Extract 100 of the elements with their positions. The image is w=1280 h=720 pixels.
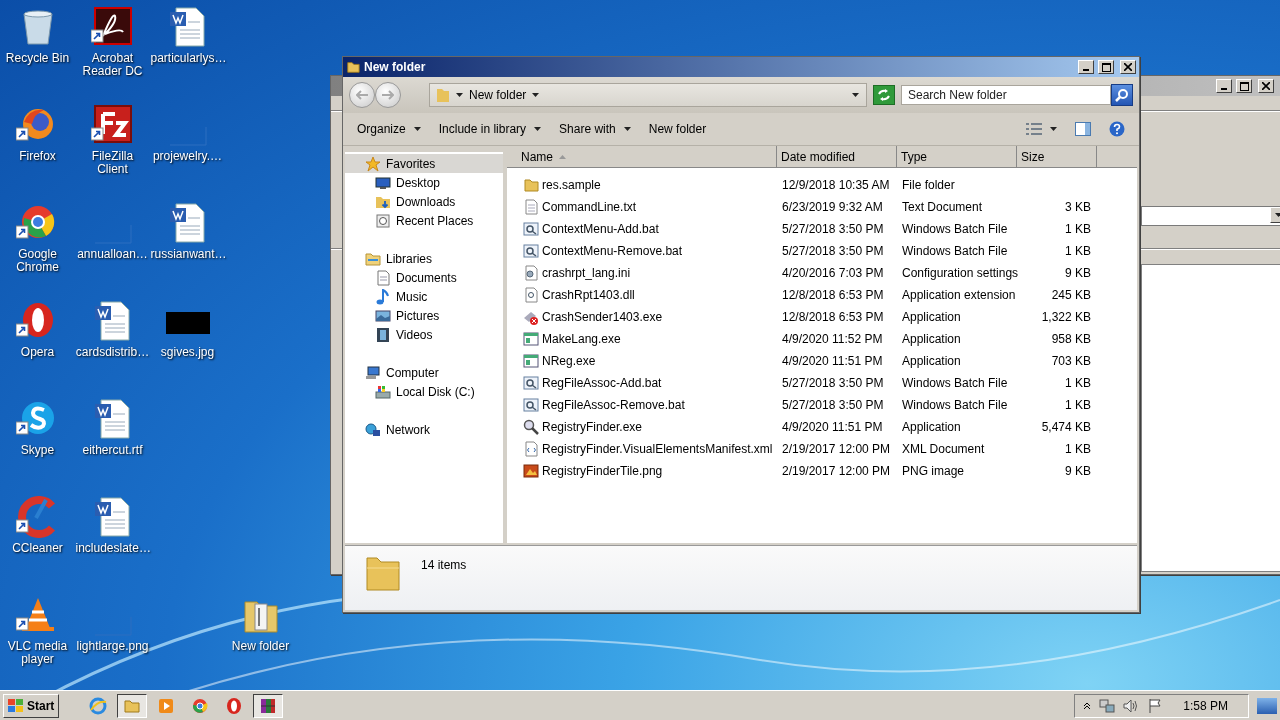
- desktop-icon-label[interactable]: sgives.jpg: [160, 346, 215, 359]
- search-button[interactable]: [1111, 84, 1133, 106]
- app-error-icon: [523, 309, 539, 325]
- clock[interactable]: 1:58 PM: [1183, 698, 1228, 713]
- nav-label: Favorites: [386, 156, 436, 171]
- desktop-icon-label[interactable]: annualloan…: [77, 248, 148, 261]
- details-view-icon: [1026, 123, 1042, 135]
- caret-icon: [534, 127, 542, 131]
- minimize-button[interactable]: [1216, 79, 1232, 93]
- size-cell-text: 1,322 KB: [1040, 310, 1092, 324]
- desktop-icon-label[interactable]: Google Chrome: [0, 248, 75, 274]
- browser-icon: [89, 696, 108, 715]
- file-name[interactable]: MakeLang.exe: [542, 332, 621, 346]
- file-name[interactable]: RegistryFinder.exe: [542, 420, 643, 434]
- file-name[interactable]: CommandLine.txt: [542, 200, 637, 214]
- file-name[interactable]: ContextMenu-Add.bat: [542, 222, 659, 236]
- column-header[interactable]: Type: [897, 146, 1017, 168]
- type-cell-text: File folder: [901, 178, 956, 192]
- desktop-icon-label[interactable]: particularlys…: [150, 52, 225, 65]
- file-name[interactable]: RegFileAssoc-Add.bat: [542, 376, 662, 390]
- nav-item[interactable]: Documents: [345, 268, 503, 287]
- network-icon[interactable]: [1099, 697, 1116, 714]
- desktop-icon-label[interactable]: CCleaner: [12, 542, 63, 555]
- nav-label: Desktop: [396, 175, 441, 190]
- desktop-icon-label[interactable]: Skype: [20, 444, 55, 457]
- nav-item[interactable]: Computer: [345, 363, 503, 382]
- toolbar-button[interactable]: Include in library: [430, 117, 550, 141]
- search-field[interactable]: Search New folder: [901, 85, 1111, 105]
- nav-item[interactable]: Libraries: [345, 249, 503, 268]
- desktop-icon-label[interactable]: Firefox: [19, 150, 56, 163]
- close-button[interactable]: [1120, 60, 1136, 74]
- window-icon: [523, 331, 539, 347]
- nav-label: Downloads: [396, 194, 456, 209]
- toolbar-button[interactable]: New folder: [640, 117, 715, 141]
- desktop-icon-label[interactable]: russianwant…: [150, 248, 225, 261]
- show-desktop-button[interactable]: [1257, 697, 1277, 714]
- film-icon: [375, 326, 391, 343]
- desktop-icon-label[interactable]: FileZilla Client: [75, 150, 150, 176]
- nav-item[interactable]: Pictures: [345, 306, 503, 325]
- file-name[interactable]: RegFileAssoc-Remove.bat: [542, 398, 685, 412]
- desktop-icon-label[interactable]: VLC media player: [0, 640, 75, 666]
- file-name[interactable]: NReg.exe: [542, 354, 596, 368]
- type-cell-text: XML Document: [901, 442, 986, 456]
- address-bar[interactable]: New folder: [429, 83, 867, 107]
- desktop-icon-label[interactable]: cardsdistrib…: [75, 346, 150, 359]
- desktop-icon-label[interactable]: New folder: [231, 640, 290, 653]
- taskbar-button[interactable]: [253, 693, 284, 718]
- size-cell-text: 9 KB: [1064, 464, 1092, 478]
- file-name[interactable]: CrashSender1403.exe: [542, 310, 663, 324]
- maximize-button[interactable]: [1098, 60, 1114, 74]
- close-button[interactable]: [1258, 79, 1274, 93]
- star-icon: [365, 155, 381, 172]
- nav-item[interactable]: Downloads: [345, 192, 503, 211]
- desktop-icon-label[interactable]: Opera: [20, 346, 55, 359]
- maximize-button[interactable]: [1236, 79, 1252, 93]
- nav-item[interactable]: Videos: [345, 325, 503, 344]
- forward-button[interactable]: [375, 82, 401, 108]
- minimize-button[interactable]: [1078, 60, 1094, 74]
- refresh-button[interactable]: [873, 85, 895, 105]
- nav-item[interactable]: Network: [345, 420, 503, 439]
- nav-item[interactable]: Desktop: [345, 173, 503, 192]
- speaker-icon[interactable]: [1123, 697, 1140, 714]
- desktop-icon-label[interactable]: includeslate…: [75, 542, 150, 555]
- desktop-icon-label[interactable]: projewelry.…: [152, 150, 223, 163]
- document-icon: [375, 269, 391, 286]
- chevron-up-icon[interactable]: [1083, 701, 1092, 710]
- desktop-icon-label[interactable]: lightlarge.png: [76, 640, 149, 653]
- taskbar-button[interactable]: [117, 693, 148, 718]
- file-name[interactable]: ContextMenu-Remove.bat: [542, 244, 683, 258]
- file-name[interactable]: RegistryFinderTile.png: [542, 464, 663, 478]
- maximize-icon: [1101, 62, 1111, 72]
- file-name[interactable]: crashrpt_lang.ini: [542, 266, 631, 280]
- date-cell-text: 4/9/2020 11:51 PM: [781, 420, 884, 434]
- caret-icon: [1050, 127, 1057, 131]
- type-cell-text: Application: [901, 310, 962, 324]
- desktop-icon-label[interactable]: Acrobat Reader DC: [75, 52, 150, 78]
- column-header[interactable]: Date modified: [777, 146, 897, 168]
- toolbar-button[interactable]: Organize: [349, 117, 429, 141]
- column-header[interactable]: Name: [507, 146, 777, 168]
- breadcrumb[interactable]: New folder: [469, 88, 527, 102]
- toolbar-button[interactable]: Share with: [551, 117, 639, 141]
- file-name[interactable]: CrashRpt1403.dll: [542, 288, 635, 302]
- desktop-icon-label[interactable]: eithercut.rtf: [82, 444, 143, 457]
- size-cell-text: 5,474 KB: [1040, 420, 1092, 434]
- date-cell-text: 6/23/2019 9:32 AM: [781, 200, 884, 214]
- flag-icon[interactable]: [1147, 697, 1164, 714]
- nav-item[interactable]: Local Disk (C:): [345, 382, 503, 401]
- file-name[interactable]: res.sample: [542, 178, 601, 192]
- nav-item[interactable]: Favorites: [345, 154, 503, 173]
- file-name[interactable]: RegistryFinder.VisualElementsManifest.xml: [542, 442, 773, 456]
- desktop-icon-label[interactable]: Recycle Bin: [5, 52, 70, 65]
- nav-item[interactable]: Recent Places: [345, 211, 503, 230]
- nav-item[interactable]: Music: [345, 287, 503, 306]
- dropdown-field[interactable]: [1141, 206, 1280, 226]
- nav-label: Videos: [396, 327, 433, 342]
- column-header[interactable]: Size: [1017, 146, 1097, 168]
- date-cell-text: 4/20/2016 7:03 PM: [781, 266, 885, 280]
- start-button[interactable]: Start: [3, 693, 60, 718]
- folder-icon: [365, 250, 381, 267]
- size-cell-text: 958 KB: [1050, 332, 1092, 346]
